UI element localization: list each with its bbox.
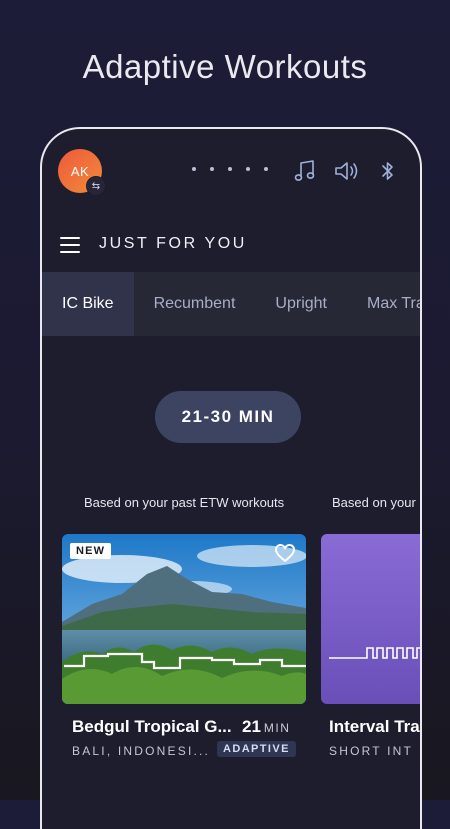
workout-thumbnail: [321, 534, 420, 704]
equipment-tabs: IC Bike Recumbent Upright Max Trainer: [42, 272, 420, 336]
workout-card[interactable]: NEW Bedgul Tropical G... 21 MIN BALI, IND…: [62, 534, 306, 774]
tab-recumbent[interactable]: Recumbent: [134, 272, 256, 336]
page-headline: Adaptive Workouts: [82, 48, 368, 85]
lake-landscape-image: [62, 534, 306, 704]
phone-frame: AK ⇆ JUST FOR YOU IC Bike Recumbent Upri…: [40, 127, 422, 829]
dots-indicator-icon[interactable]: [192, 167, 268, 171]
workout-location: BALI, INDONESI...: [72, 744, 211, 758]
workout-location: SHORT INT: [329, 744, 414, 758]
tab-max-trainer[interactable]: Max Trainer: [347, 272, 420, 336]
row-caption: Based on your past ETW workouts: [84, 495, 285, 510]
tab-upright[interactable]: Upright: [255, 272, 347, 336]
music-note-icon[interactable]: [294, 159, 316, 183]
interval-graph-icon: [329, 647, 420, 659]
new-badge: NEW: [70, 543, 112, 559]
adaptive-badge: ADAPTIVE: [217, 741, 296, 757]
hamburger-menu-icon[interactable]: [60, 237, 80, 253]
workout-card[interactable]: Interval Tra SHORT INT: [321, 534, 420, 774]
favorite-heart-icon[interactable]: [274, 543, 296, 563]
workout-title: Bedgul Tropical G...: [72, 717, 232, 736]
section-title: JUST FOR YOU: [99, 235, 247, 252]
workout-title: Interval Tra: [329, 717, 420, 736]
avatar-initials: AK: [70, 163, 90, 179]
speaker-volume-icon[interactable]: [334, 159, 362, 183]
workout-duration: 21 MIN: [242, 717, 291, 736]
workout-thumbnail: NEW: [62, 534, 306, 704]
row-caption: Based on your: [332, 495, 416, 510]
duration-selector-button[interactable]: 21-30 MIN: [155, 391, 301, 443]
switch-user-icon[interactable]: ⇆: [86, 176, 106, 196]
tab-ic-bike[interactable]: IC Bike: [42, 272, 134, 336]
bluetooth-icon[interactable]: [380, 159, 396, 183]
